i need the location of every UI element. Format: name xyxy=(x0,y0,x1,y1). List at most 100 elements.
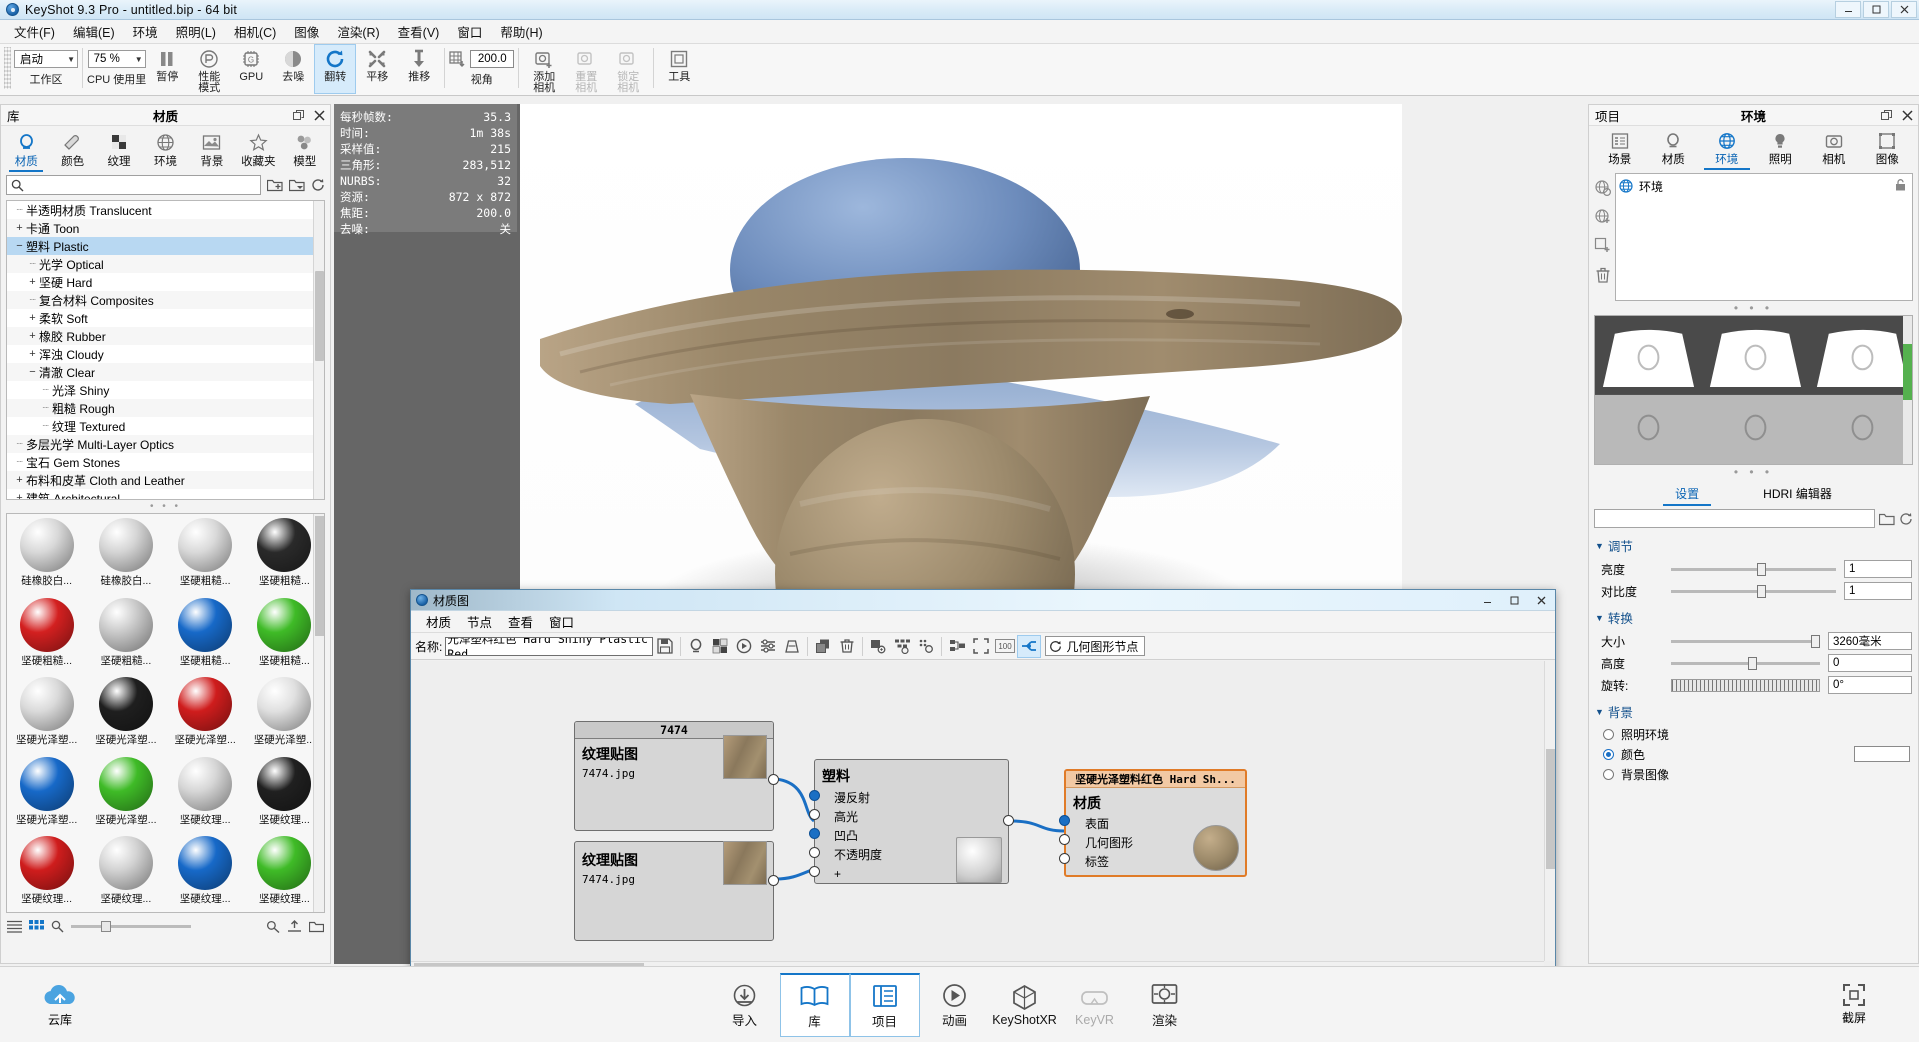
node-plastic-material[interactable]: 塑料 漫反射 高光 凹凸 不透明度 + xyxy=(814,759,1009,884)
duplicate-icon[interactable] xyxy=(811,635,835,658)
mg-menu-window[interactable]: 窗口 xyxy=(541,610,582,633)
tree-node[interactable]: +柔软 Soft xyxy=(7,309,324,327)
section-header[interactable]: ▼ 背景 xyxy=(1589,699,1918,724)
undock-icon[interactable] xyxy=(1881,110,1893,121)
bottom-button-keyshotxr[interactable]: KeyShotXR xyxy=(990,973,1060,1037)
tree-node[interactable]: ┈光泽 Shiny xyxy=(7,381,324,399)
material-name-input[interactable]: 光泽塑料红色 Hard Shiny Plastic Red xyxy=(445,637,653,656)
tab-favorites[interactable]: 收藏夹 xyxy=(235,128,281,172)
delete-icon[interactable] xyxy=(835,635,859,658)
brightness-value[interactable]: 1 xyxy=(1844,560,1912,578)
tab-camera[interactable]: 相机 xyxy=(1807,128,1861,170)
pause-button[interactable]: 暂停 xyxy=(146,44,188,94)
menu-image[interactable]: 图像 xyxy=(285,19,328,44)
node-output-port[interactable] xyxy=(1003,815,1014,826)
workspace-combo[interactable]: 启动 ▼ xyxy=(14,50,78,68)
swatch-scrollbar[interactable] xyxy=(313,514,324,912)
list-item[interactable]: 环境 xyxy=(1619,177,1909,195)
delete-icon[interactable] xyxy=(1594,266,1612,284)
gpu-button[interactable]: G GPU xyxy=(230,44,272,94)
search-box[interactable] xyxy=(6,175,261,195)
fov-control[interactable]: 200.0 视角 xyxy=(449,44,514,87)
fullscreen-button[interactable]: 截屏 xyxy=(1789,983,1919,1026)
slider-knob[interactable] xyxy=(1748,657,1757,670)
material-swatch[interactable]: 坚硬光泽塑... xyxy=(86,753,165,833)
menu-lighting[interactable]: 照明(L) xyxy=(167,19,225,44)
material-swatch[interactable]: 坚硬纹理... xyxy=(166,832,245,912)
menu-edit[interactable]: 编辑(E) xyxy=(64,19,124,44)
performance-mode-button[interactable]: 性能 模式 xyxy=(188,44,230,94)
node-texture-map-1[interactable]: 7474 纹理贴图 7474.jpg xyxy=(574,721,774,831)
add-environment-icon[interactable] xyxy=(1594,208,1612,226)
material-category-tree[interactable]: ┈半透明材质 Translucent+卡通 Toon−塑料 Plastic┈光学… xyxy=(6,200,325,500)
denoise-button[interactable]: 去噪 xyxy=(272,44,314,94)
flip-button[interactable]: 翻转 xyxy=(314,44,356,94)
bottom-button-import[interactable]: 导入 xyxy=(710,973,780,1037)
material-swatch[interactable]: 坚硬纹理... xyxy=(166,753,245,833)
menu-help[interactable]: 帮助(H) xyxy=(491,19,551,44)
contrast-slider[interactable] xyxy=(1671,590,1836,593)
add-material-node-icon[interactable] xyxy=(684,635,708,658)
mg-menu-material[interactable]: 材质 xyxy=(418,610,459,633)
material-graph-canvas[interactable]: 7474 纹理贴图 7474.jpg 纹理贴图 7474.jpg xyxy=(411,661,1555,972)
tree-node[interactable]: ┈半透明材质 Translucent xyxy=(7,201,324,219)
undock-icon[interactable] xyxy=(293,110,305,121)
size-slider[interactable] xyxy=(1671,640,1820,643)
scrollbar-thumb[interactable] xyxy=(315,271,324,361)
tree-node[interactable]: ┈粗糙 Rough xyxy=(7,399,324,417)
hdri-resize-handle[interactable]: • • • xyxy=(1589,465,1918,479)
fov-value[interactable]: 200.0 xyxy=(470,50,514,68)
collapse-icon[interactable]: − xyxy=(26,366,39,378)
tab-backgrounds[interactable]: 背景 xyxy=(189,128,235,172)
radio-button[interactable] xyxy=(1603,729,1614,740)
close-icon[interactable] xyxy=(314,110,325,121)
node-input-port-bump[interactable] xyxy=(809,828,820,839)
tree-node[interactable]: +橡胶 Rubber xyxy=(7,327,324,345)
collapse-icon[interactable]: − xyxy=(13,240,26,252)
node-texture-map-2[interactable]: 纹理贴图 7474.jpg xyxy=(574,841,774,941)
slider-knob[interactable] xyxy=(1811,635,1820,648)
mg-menu-view[interactable]: 查看 xyxy=(500,610,541,633)
material-graph-dialog[interactable]: 材质图 材质 节点 查看 窗口 名称: 光泽塑料红色 Hard Shiny Pl… xyxy=(410,589,1556,973)
save-icon[interactable] xyxy=(653,635,677,658)
cloud-library-button[interactable]: 云库 xyxy=(0,982,120,1028)
hdri-preview[interactable] xyxy=(1594,315,1913,465)
background-color-swatch[interactable] xyxy=(1854,746,1910,762)
group-nodes-icon[interactable] xyxy=(890,635,914,658)
node-input-port-opacity[interactable] xyxy=(809,847,820,858)
radio-row-color[interactable]: 颜色 xyxy=(1589,744,1918,764)
node-output-port[interactable] xyxy=(768,774,779,785)
upload-icon[interactable] xyxy=(287,920,302,933)
node-input-port-add[interactable] xyxy=(809,866,820,877)
expand-icon[interactable]: + xyxy=(13,474,26,486)
tab-material[interactable]: 材质 xyxy=(1647,128,1701,170)
search-small-icon[interactable] xyxy=(51,920,64,933)
material-swatch[interactable]: 坚硬光泽塑... xyxy=(166,673,245,753)
flatten-node-icon[interactable] xyxy=(866,635,890,658)
open-folder-icon[interactable] xyxy=(1879,512,1895,526)
material-swatch[interactable]: 坚硬纹理... xyxy=(86,832,165,912)
cpu-usage-selector[interactable]: 75 % ▼ CPU 使用里 xyxy=(87,44,146,87)
contrast-value[interactable]: 1 xyxy=(1844,582,1912,600)
menu-view[interactable]: 查看(V) xyxy=(389,19,449,44)
height-value[interactable]: 0 xyxy=(1828,654,1912,672)
tree-node[interactable]: +布料和皮革 Cloth and Leather xyxy=(7,471,324,489)
material-swatch[interactable]: 坚硬粗糙... xyxy=(166,514,245,594)
mg-menu-node[interactable]: 节点 xyxy=(459,610,500,633)
material-swatch[interactable]: 坚硬光泽塑... xyxy=(7,673,86,753)
tree-node[interactable]: +浑浊 Cloudy xyxy=(7,345,324,363)
cpu-combo[interactable]: 75 % ▼ xyxy=(88,50,146,68)
add-geometry-node-icon[interactable] xyxy=(780,635,804,658)
rotation-value[interactable]: 0° xyxy=(1828,676,1912,694)
grid-view-icon[interactable] xyxy=(29,920,44,933)
tab-materials[interactable]: 材质 xyxy=(3,128,49,172)
fit-view-icon[interactable] xyxy=(969,635,993,658)
tab-scene[interactable]: 场景 xyxy=(1593,128,1647,170)
tree-node[interactable]: ┈光学 Optical xyxy=(7,255,324,273)
tree-node[interactable]: ┈纹理 Textured xyxy=(7,417,324,435)
menu-file[interactable]: 文件(F) xyxy=(5,19,64,44)
close-icon[interactable] xyxy=(1902,110,1913,121)
scrollbar-thumb[interactable] xyxy=(1903,344,1912,400)
subtab-hdri-editor[interactable]: HDRI 编辑器 xyxy=(1751,485,1844,506)
list-view-icon[interactable] xyxy=(7,920,22,933)
